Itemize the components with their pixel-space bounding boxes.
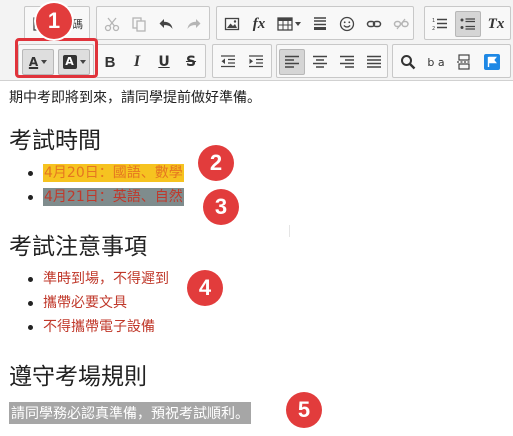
- undo-button[interactable]: [153, 11, 179, 37]
- remove-format-button[interactable]: Tx: [483, 11, 509, 37]
- heading-exam-rules: 遵守考場規則: [9, 364, 147, 390]
- align-right-icon: [340, 55, 354, 68]
- formula-button[interactable]: fx: [246, 11, 272, 37]
- horizontal-line-icon: [314, 17, 326, 30]
- svg-text:2: 2: [432, 26, 435, 32]
- anchor-button[interactable]: [479, 49, 505, 75]
- cut-button[interactable]: [99, 11, 125, 37]
- outdent-icon: [221, 55, 235, 68]
- link-button[interactable]: [361, 11, 387, 37]
- notes-list: 準時到場，不得遲到 攜帶必要文具 不得攜帶電子設備: [0, 267, 169, 339]
- toolbar-group-tools: b a: [392, 44, 511, 78]
- step-marker-5: 5: [286, 392, 322, 428]
- numbered-list-button[interactable]: 1 2: [427, 11, 453, 37]
- unlink-icon: [393, 18, 409, 30]
- note-item-1: 準時到場，不得遲到: [43, 271, 169, 287]
- formula-icon: fx: [252, 15, 266, 32]
- step-marker-4: 4: [187, 270, 223, 306]
- cut-icon: [104, 17, 120, 32]
- schedule-item-2: 4月21日：英語、自然: [43, 188, 184, 206]
- outdent-button[interactable]: [215, 49, 241, 75]
- find-replace-icon: b a: [427, 55, 445, 69]
- copy-icon: [132, 17, 146, 32]
- editor-content[interactable]: 期中考即將到來，請同學提前做好準備。 考試時間 4月20日：國語、數學 4月21…: [0, 81, 513, 436]
- chevron-down-icon: [295, 22, 301, 26]
- unlink-button[interactable]: [388, 11, 414, 37]
- toolbar-group-align: [276, 44, 388, 78]
- list-item: 不得攜帶電子設備: [0, 315, 169, 339]
- align-center-button[interactable]: [307, 49, 333, 75]
- svg-text:1: 1: [432, 18, 435, 24]
- color-buttons-highlight: [15, 38, 98, 78]
- list-item: 4月20日：國語、數學: [0, 161, 184, 185]
- table-icon: [277, 17, 293, 31]
- text-cursor: [289, 225, 290, 237]
- bulleted-list-icon: [460, 18, 475, 30]
- toolbar-group-insert: fx: [216, 6, 414, 40]
- indent-button[interactable]: [243, 49, 269, 75]
- note-item-2: 攜帶必要文具: [43, 295, 127, 311]
- toolbar-group-lists: 1 2 Tx: [424, 6, 511, 40]
- toolbar-group-clipboard: [96, 6, 210, 40]
- schedule-item-1: 4月20日：國語、數學: [43, 164, 184, 182]
- align-right-button[interactable]: [334, 49, 360, 75]
- bulleted-list-button[interactable]: [455, 11, 481, 37]
- magnifier-icon: [401, 55, 416, 70]
- align-justify-button[interactable]: [361, 49, 387, 75]
- step-marker-3: 3: [203, 189, 239, 225]
- copy-button[interactable]: [126, 11, 152, 37]
- page-break-icon: [457, 54, 471, 70]
- flag-icon: [484, 54, 500, 70]
- redo-icon: [187, 19, 201, 29]
- find-button[interactable]: [395, 49, 421, 75]
- horizontal-line-button[interactable]: [307, 11, 333, 37]
- step-marker-1: 1: [36, 3, 72, 39]
- align-left-button[interactable]: [279, 49, 305, 75]
- list-item: 準時到場，不得遲到: [0, 267, 169, 291]
- image-button[interactable]: [219, 11, 245, 37]
- note-item-3: 不得攜帶電子設備: [43, 319, 155, 335]
- redo-button[interactable]: [181, 11, 207, 37]
- undo-icon: [159, 19, 173, 29]
- heading-exam-time: 考試時間: [9, 128, 101, 154]
- closing-paragraph: 請同學務必認真準備，預祝考試順利。: [9, 402, 251, 424]
- toolbar-group-indent: [212, 44, 272, 78]
- intro-paragraph: 期中考即將到來，請同學提前做好準備。: [9, 90, 261, 106]
- page-break-button[interactable]: [451, 49, 477, 75]
- bold-button[interactable]: B: [97, 49, 123, 75]
- smiley-button[interactable]: [334, 11, 360, 37]
- image-icon: [224, 17, 240, 31]
- strikethrough-button[interactable]: S: [178, 49, 204, 75]
- align-center-icon: [313, 55, 327, 68]
- toolbar-row-1: 原始碼: [0, 6, 513, 40]
- replace-button[interactable]: b a: [423, 49, 449, 75]
- link-icon: [366, 20, 382, 28]
- step-marker-2: 2: [198, 145, 234, 181]
- align-left-icon: [285, 55, 299, 68]
- list-item: 攜帶必要文具: [0, 291, 169, 315]
- italic-button[interactable]: I: [124, 49, 150, 75]
- underline-button[interactable]: U: [151, 49, 177, 75]
- smiley-icon: [339, 16, 355, 32]
- remove-format-icon: Tx: [487, 15, 505, 32]
- heading-exam-notes: 考試注意事項: [9, 234, 147, 260]
- list-item: 4月21日：英語、自然: [0, 185, 184, 209]
- toolbar-group-basic-styles: B I U S: [96, 44, 206, 78]
- table-button[interactable]: [273, 11, 305, 37]
- schedule-list: 4月20日：國語、數學 4月21日：英語、自然: [0, 161, 184, 209]
- align-justify-icon: [367, 55, 381, 68]
- numbered-list-icon: 1 2: [432, 18, 447, 32]
- indent-icon: [249, 55, 263, 68]
- editor-toolbar: 原始碼: [0, 0, 513, 81]
